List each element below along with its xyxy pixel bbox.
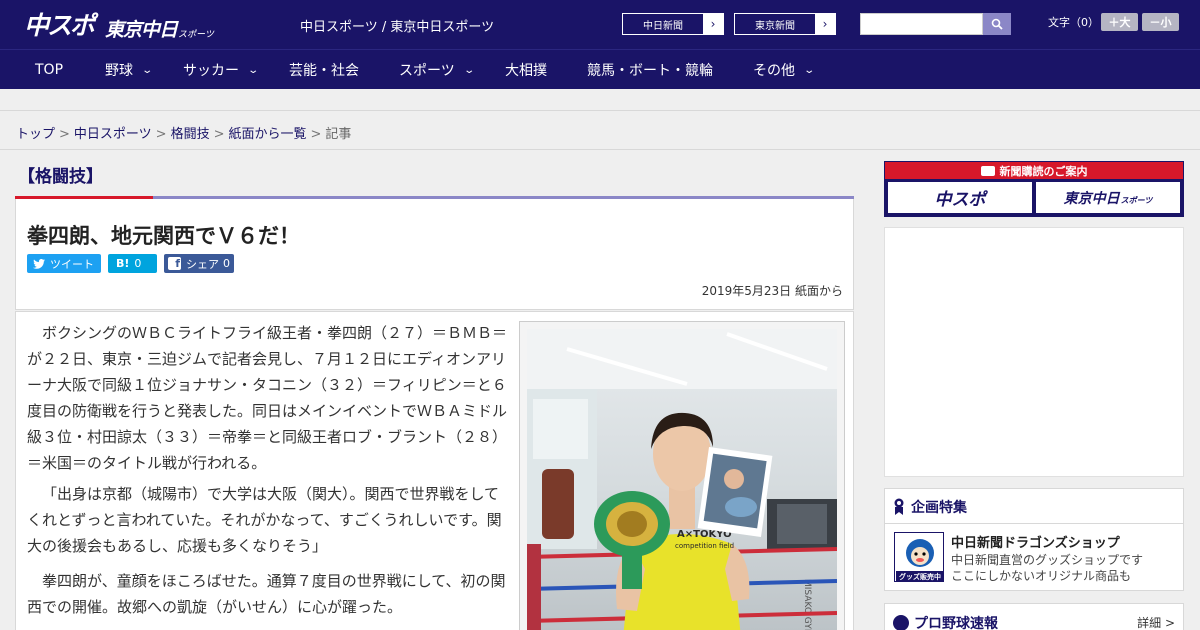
- font-larger-button[interactable]: ＋大: [1101, 13, 1138, 31]
- boxer-photo-illustration: MISAKO GYM A×TOKYO competition field: [527, 329, 837, 630]
- dragons-shop-description: 中日新聞直営のグッズショップです ここにしかないオリジナル商品も: [951, 553, 1144, 583]
- shop-badge: グッズ販売中: [899, 572, 941, 581]
- breadcrumb-top[interactable]: トップ: [16, 127, 55, 142]
- subscribe-tokyo-chunichi[interactable]: 東京中日 スポーツ: [1036, 182, 1180, 213]
- feature-section: 企画特集 グッズ販売中 中日新聞ドラゴンズショップ 中日新聞直営のグッズショップ…: [884, 488, 1184, 591]
- nav-top[interactable]: TOP: [35, 50, 63, 90]
- article-headline: 拳四朗、地元関西でＶ６だ！: [27, 224, 300, 248]
- dragons-shop-thumbnail[interactable]: グッズ販売中: [894, 532, 944, 582]
- breadcrumb-current: 記事: [325, 127, 352, 142]
- tweet-button[interactable]: ツイート: [27, 254, 101, 273]
- baseball-live-title: プロ野球速報: [893, 613, 998, 630]
- subscription-banner[interactable]: 新聞購読のご案内 中スポ 東京中日 スポーツ: [884, 161, 1184, 217]
- chevron-right-icon: ›: [815, 14, 835, 34]
- main-nav: TOP 野球 ⌄ サッカー ⌄ 芸能・社会 スポーツ ⌄ 大相撲 競馬・ボート・…: [0, 49, 1200, 89]
- search-input[interactable]: [860, 13, 983, 35]
- chunichi-shimbun-link[interactable]: 中日新聞 ›: [622, 13, 724, 35]
- twitter-icon: [33, 258, 45, 269]
- breadcrumb-shimen-list[interactable]: 紙面から一覧: [229, 127, 307, 142]
- article-header: 拳四朗、地元関西でＶ６だ！ ツイート B! 0 f シェア 0 2019年5月2…: [15, 199, 854, 310]
- site-header: 中スポ 東京中日 スポーツ 中日スポーツ / 東京中日スポーツ 中日新聞 › 東…: [0, 0, 1200, 49]
- logo-sports: スポーツ: [178, 30, 214, 40]
- site-logo[interactable]: 中スポ 東京中日 スポーツ: [24, 6, 214, 42]
- chevron-down-icon: ⌄: [803, 64, 816, 76]
- baseball-detail-link[interactable]: 詳細 >: [1137, 614, 1175, 630]
- nav-sumo[interactable]: 大相撲: [505, 50, 547, 90]
- chevron-down-icon: ⌄: [141, 64, 154, 76]
- ribbon-icon: [894, 498, 904, 515]
- site-title[interactable]: 中日スポーツ / 東京中日スポーツ: [300, 16, 494, 35]
- nav-keiba[interactable]: 競馬・ボート・競輪: [587, 50, 713, 90]
- nav-sports[interactable]: スポーツ ⌄: [399, 50, 475, 90]
- facebook-icon: f: [168, 257, 181, 270]
- nav-entertainment[interactable]: 芸能・社会: [289, 50, 359, 90]
- hatena-button[interactable]: B! 0: [108, 254, 157, 273]
- feature-divider: [885, 523, 1183, 524]
- breadcrumb: トップ > 中日スポーツ > 格闘技 > 紙面から一覧 > 記事: [16, 127, 352, 142]
- breadcrumb-chunichi-sports[interactable]: 中日スポーツ: [74, 127, 152, 142]
- subscription-banner-title: 新聞購読のご案内: [885, 162, 1183, 179]
- hatena-icon: B!: [116, 257, 130, 270]
- chevron-down-icon: ⌄: [247, 64, 260, 76]
- logo-tokyo-chunichi: 東京中日: [105, 19, 178, 41]
- baseball-icon: [893, 615, 909, 630]
- advertisement-slot[interactable]: [884, 227, 1184, 477]
- font-smaller-button[interactable]: －小: [1142, 13, 1179, 31]
- article-paragraph: ボクシングのＷＢＣライトフライ級王者・拳四朗（２７）＝ＢＭＢ＝が２２日、東京・三…: [27, 324, 508, 472]
- article-photo-frame[interactable]: MISAKO GYM A×TOKYO competition field: [519, 321, 845, 630]
- svg-text:MISAKO GYM: MISAKO GYM: [802, 579, 812, 630]
- baseball-live-section: プロ野球速報 詳細 >: [884, 603, 1184, 630]
- article-body: ボクシングのＷＢＣライトフライ級王者・拳四朗（２７）＝ＢＭＢ＝が２２日、東京・三…: [15, 311, 854, 630]
- facebook-share-button[interactable]: f シェア 0: [164, 254, 234, 273]
- feature-section-title: 企画特集: [893, 497, 967, 517]
- dragons-shop-link[interactable]: 中日新聞ドラゴンズショップ: [951, 532, 1120, 551]
- article-category: 【格闘技】: [18, 167, 103, 187]
- search-icon: [991, 18, 1003, 30]
- nav-baseball[interactable]: 野球 ⌄: [105, 50, 154, 90]
- tokyo-shimbun-link[interactable]: 東京新聞 ›: [734, 13, 836, 35]
- article-paragraph: 拳四朗が、童顔をほころばせた。通算７度目の世界戦にして、初の関西での開催。故郷へ…: [27, 572, 506, 616]
- newspaper-icon: [980, 165, 995, 176]
- nav-soccer[interactable]: サッカー ⌄: [183, 50, 260, 90]
- article-paragraph: 「出身は京都（城陽市）で大学は大阪（関大）。関西で世界戦をしてくれとずっと言われ…: [27, 485, 502, 555]
- svg-text:competition field: competition field: [675, 542, 734, 550]
- chevron-right-icon: ›: [703, 14, 723, 34]
- breadcrumb-kakutougi[interactable]: 格闘技: [171, 127, 210, 142]
- font-size-label: 文字（0）: [1048, 16, 1099, 29]
- article-date: 2019年5月23日 紙面から: [701, 284, 843, 298]
- search-button[interactable]: [983, 13, 1011, 35]
- subscribe-chuspo[interactable]: 中スポ: [888, 182, 1032, 213]
- chevron-down-icon: ⌄: [463, 64, 475, 76]
- nav-other[interactable]: その他 ⌄: [753, 50, 816, 90]
- breadcrumb-bar: トップ > 中日スポーツ > 格闘技 > 紙面から一覧 > 記事: [0, 110, 1200, 150]
- article-photo[interactable]: MISAKO GYM A×TOKYO competition field: [527, 329, 837, 630]
- logo-chuspo: 中スポ: [24, 11, 95, 40]
